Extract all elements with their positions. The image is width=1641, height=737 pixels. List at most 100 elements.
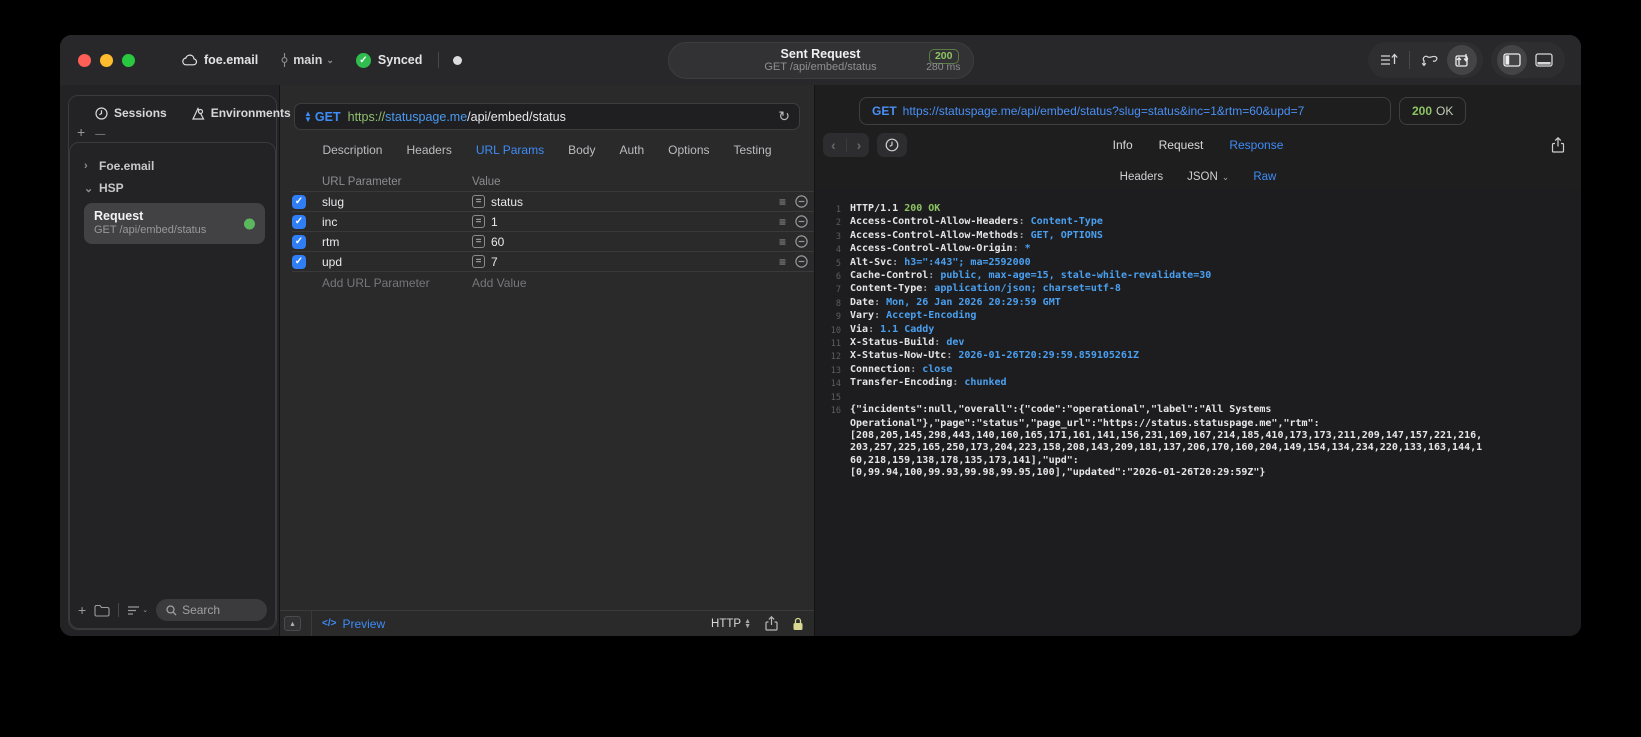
tree-item-foe-email[interactable]: › Foe.email — [80, 155, 269, 177]
param-value[interactable]: status — [491, 195, 523, 209]
add-parameter-placeholder[interactable]: Add URL Parameter — [322, 276, 472, 290]
bottom-bar-divider — [118, 603, 120, 617]
param-name[interactable]: inc — [322, 215, 472, 229]
sync-status[interactable]: ✓ Synced — [355, 52, 422, 68]
zoom-window-button[interactable] — [122, 53, 135, 67]
checkbox-checked-icon[interactable]: ✓ — [292, 254, 306, 269]
request-title: Request — [94, 209, 144, 223]
remove-row-button[interactable] — [795, 235, 808, 248]
bottom-panel-icon — [1535, 53, 1553, 67]
param-value[interactable]: 7 — [491, 255, 498, 269]
code-line: 11 X-Status-Build: dev — [823, 337, 1577, 350]
protocol-selector[interactable]: HTTP ▲ ▼ — [711, 618, 751, 630]
expand-panel-button[interactable]: ▴ — [284, 616, 301, 631]
tab-auth[interactable]: Auth — [619, 143, 644, 157]
history-button[interactable] — [877, 133, 908, 157]
subtab-headers[interactable]: Headers — [1120, 171, 1163, 183]
branch-switcher[interactable]: main ⌄ — [280, 53, 334, 67]
session-tree: › Foe.email ⌄ HSP Request GET /api/embed… — [70, 143, 275, 244]
request-list-item-selected[interactable]: Request GET /api/embed/status — [84, 203, 265, 244]
param-name[interactable]: rtm — [322, 235, 472, 249]
code-text: 203,257,225,165,250,173,204,223,158,208,… — [850, 442, 1483, 454]
toggle-bottom-panel-button[interactable] — [1529, 45, 1559, 75]
line-number: 2 — [835, 218, 841, 229]
remove-row-button[interactable] — [795, 195, 808, 208]
param-row[interactable]: ✓ rtm = 60 ≡ — [292, 232, 814, 252]
tab-info[interactable]: Info — [1113, 138, 1133, 152]
param-name[interactable]: slug — [322, 195, 472, 209]
activity-center[interactable]: Sent Request GET /api/embed/status 200 2… — [667, 42, 974, 79]
code-line: 12 X-Status-Now-Utc: 2026-01-26T20:29:59.… — [823, 350, 1577, 363]
sent-request-url[interactable]: GET https://statuspage.me/api/embed/stat… — [859, 97, 1391, 125]
checkbox-checked-icon[interactable]: ✓ — [292, 194, 306, 209]
code-text: Vary: Accept-Encoding — [850, 310, 977, 322]
add-parameter-row[interactable]: Add URL Parameter Add Value — [292, 272, 814, 294]
url-scheme: https:// — [347, 109, 386, 124]
tab-url-params[interactable]: URL Params — [476, 143, 544, 157]
response-raw-view[interactable]: 1 HTTP/1.1 200 OK 2 Access-Control-Allow-He… — [815, 189, 1581, 636]
tab-environments[interactable]: Environments — [191, 106, 291, 120]
remove-row-button[interactable] — [795, 215, 808, 228]
add-request-button[interactable]: + — [78, 602, 86, 618]
tab-description[interactable]: Description — [322, 143, 382, 157]
remove-row-button[interactable] — [795, 255, 808, 268]
method-stepper-icon[interactable]: ▲ ▼ — [304, 109, 312, 123]
param-row[interactable]: ✓ slug = status ≡ — [292, 192, 814, 212]
checkbox-checked-icon[interactable]: ✓ — [292, 234, 306, 249]
flow-button[interactable] — [1415, 45, 1445, 75]
activity-title: Sent Request — [780, 47, 861, 61]
request-url-bar[interactable]: ▲ ▼ GET https://statuspage.me/api/embed/s… — [294, 103, 800, 130]
status-text: OK — [1436, 104, 1454, 118]
tab-testing[interactable]: Testing — [734, 143, 772, 157]
param-name[interactable]: upd — [322, 255, 472, 269]
line-number — [823, 430, 841, 442]
back-button[interactable]: ‹ — [831, 137, 836, 153]
tab-headers[interactable]: Headers — [406, 143, 451, 157]
export-response-button[interactable] — [1551, 137, 1565, 153]
chevron-right-icon: › — [84, 160, 88, 172]
code-line: 5 Alt-Svc: h3=":443"; ma=2592000 — [823, 257, 1577, 270]
reorder-handle-icon[interactable]: ≡ — [779, 195, 786, 209]
share-button[interactable] — [765, 616, 778, 631]
subtab-json[interactable]: JSON ⌄ — [1187, 171, 1229, 183]
forward-button[interactable]: › — [857, 137, 862, 153]
protocol-label: HTTP — [711, 617, 742, 630]
param-value[interactable]: 1 — [491, 215, 498, 229]
request-method[interactable]: GET — [315, 110, 341, 124]
tree-item-hsp[interactable]: ⌄ HSP — [80, 177, 269, 199]
tab-options[interactable]: Options — [668, 143, 709, 157]
resend-request-icon[interactable]: ↻ — [778, 108, 790, 125]
remove-session-button[interactable]: — — [95, 126, 105, 140]
param-row[interactable]: ✓ inc = 1 ≡ — [292, 212, 814, 232]
param-row[interactable]: ✓ upd = 7 ≡ — [292, 252, 814, 272]
minimize-window-button[interactable] — [100, 53, 113, 67]
history-nav: ‹ › — [823, 133, 870, 157]
tab-body[interactable]: Body — [568, 143, 595, 157]
new-folder-button[interactable] — [94, 604, 110, 617]
lock-icon[interactable] — [792, 617, 804, 631]
sort-options-button[interactable]: ⌄ — [127, 605, 148, 616]
workspace-switcher[interactable]: foe.email — [181, 53, 258, 67]
reorder-handle-icon[interactable]: ≡ — [779, 235, 786, 249]
unsaved-indicator-dot — [453, 55, 463, 65]
reorder-handle-icon[interactable]: ≡ — [779, 215, 786, 229]
toggle-left-sidebar-button[interactable] — [1497, 45, 1527, 75]
close-window-button[interactable] — [78, 53, 91, 67]
tab-request[interactable]: Request — [1159, 138, 1204, 152]
preview-button[interactable]: </> Preview — [322, 617, 385, 631]
param-value[interactable]: 60 — [491, 235, 504, 249]
tab-response[interactable]: Response — [1229, 138, 1283, 152]
tab-sessions[interactable]: Sessions — [95, 106, 167, 120]
request-list-export-button[interactable] — [1374, 45, 1404, 75]
add-value-placeholder[interactable]: Add Value — [472, 276, 762, 290]
line-number: 9 — [835, 312, 841, 323]
sidebar-search-input[interactable]: Search — [156, 599, 267, 621]
list-arrow-up-icon — [1380, 52, 1398, 68]
subtab-raw[interactable]: Raw — [1253, 171, 1276, 183]
send-receive-panel-button[interactable] — [1447, 45, 1477, 75]
response-status-badge: 200 OK — [1399, 97, 1467, 125]
checkbox-checked-icon[interactable]: ✓ — [292, 214, 306, 229]
add-session-button[interactable]: + — [77, 125, 85, 140]
subtab-label: Raw — [1253, 171, 1277, 183]
reorder-handle-icon[interactable]: ≡ — [779, 255, 786, 269]
